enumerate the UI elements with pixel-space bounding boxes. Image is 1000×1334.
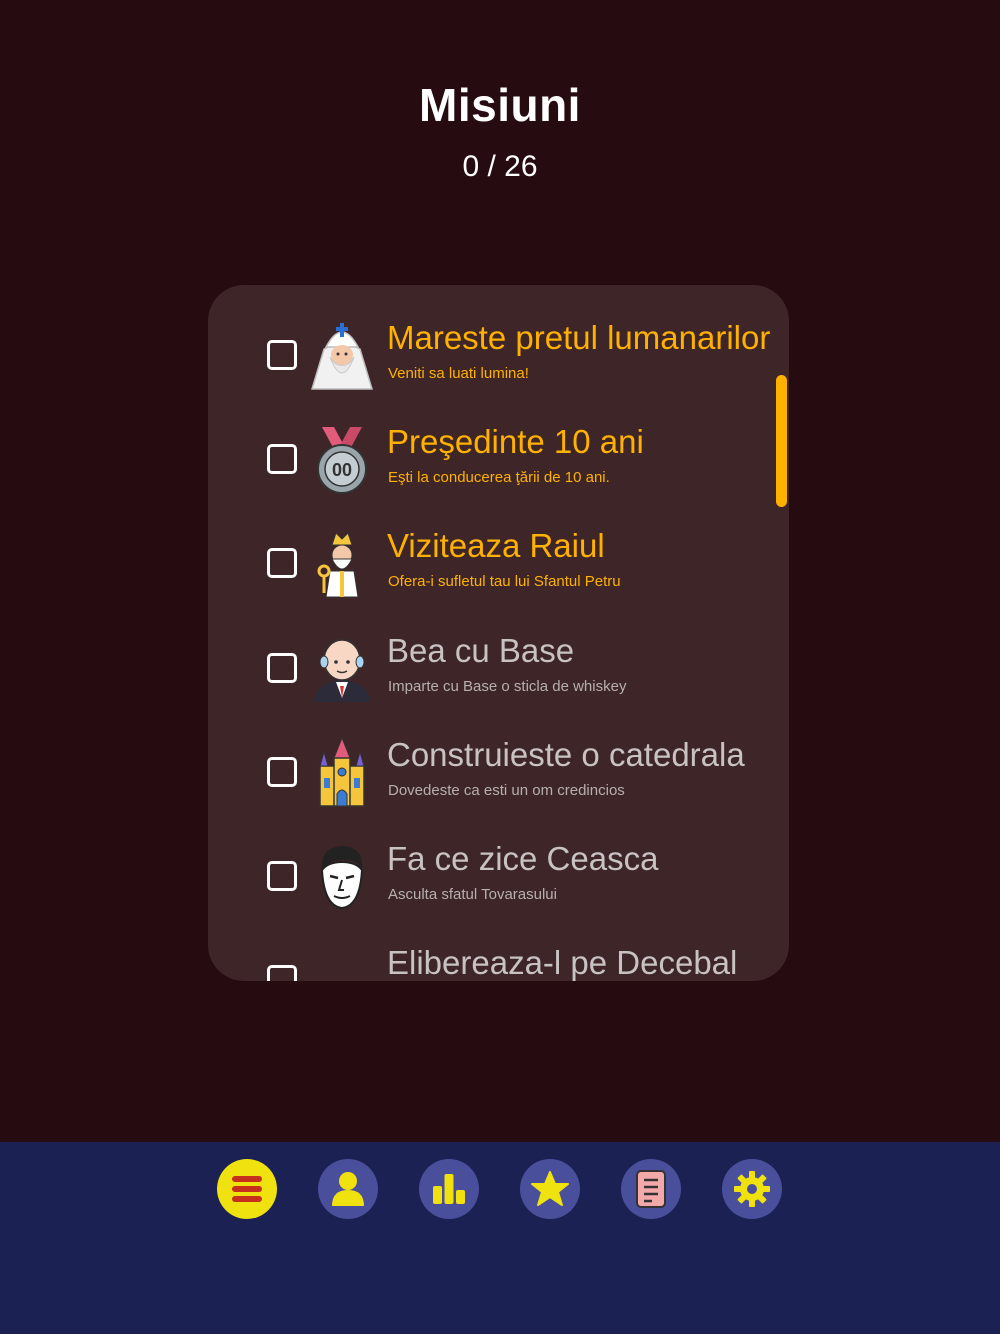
- favorites-button[interactable]: [520, 1159, 580, 1219]
- mission-subtitle: Eşti la conducerea ţării de 10 ani.: [388, 469, 610, 486]
- mission-item[interactable]: 00 Preşedinte 10 ani Eşti la conducerea …: [208, 389, 789, 495]
- mission-checkbox[interactable]: [267, 340, 297, 370]
- statue-icon: [306, 944, 378, 981]
- mission-checkbox[interactable]: [267, 653, 297, 683]
- missions-button[interactable]: [621, 1159, 681, 1219]
- bar-chart-icon: [433, 1174, 465, 1204]
- mission-title: Viziteaza Raiul: [387, 527, 605, 564]
- mission-checkbox[interactable]: [267, 548, 297, 578]
- mission-title: Preşedinte 10 ani: [387, 423, 644, 460]
- profile-button[interactable]: [318, 1159, 378, 1219]
- mission-checkbox[interactable]: [267, 757, 297, 787]
- stats-button[interactable]: [419, 1159, 479, 1219]
- mission-title: Fa ce zice Ceasca: [387, 840, 659, 877]
- svg-text:00: 00: [332, 460, 352, 480]
- patriarch-icon: [306, 319, 378, 391]
- mission-checkbox[interactable]: [267, 861, 297, 891]
- mission-title: Construieste o catedrala: [387, 736, 745, 773]
- cathedral-icon: [306, 736, 378, 808]
- saint-peter-icon: [306, 527, 378, 599]
- bottom-navigation: [0, 1142, 1000, 1334]
- mission-progress: 0 / 26: [462, 150, 538, 183]
- mission-item[interactable]: Bea cu Base Imparte cu Base o sticla de …: [208, 598, 789, 702]
- menu-button[interactable]: [217, 1159, 277, 1219]
- mission-subtitle: Veniti sa luati lumina!: [388, 365, 529, 382]
- menu-icon: [232, 1176, 262, 1202]
- missions-panel[interactable]: Mareste pretul lumanarilor Veniti sa lua…: [208, 285, 789, 981]
- mission-title: Bea cu Base: [387, 632, 575, 669]
- leader-face-icon: [306, 840, 378, 912]
- mission-item[interactable]: Mareste pretul lumanarilor Veniti sa lua…: [208, 285, 789, 391]
- page-title: Misiuni: [419, 79, 581, 131]
- mission-item[interactable]: Construieste o catedrala Dovedeste ca es…: [208, 702, 789, 808]
- mission-item[interactable]: Viziteaza Raiul Ofera-i sufletul tau lui…: [208, 493, 789, 599]
- mission-subtitle: Asculta sfatul Tovarasului: [388, 886, 557, 903]
- bald-man-icon: [306, 632, 378, 704]
- scrollbar[interactable]: [776, 375, 787, 507]
- mission-subtitle: Dovedeste ca esti un om credincios: [388, 782, 625, 799]
- mission-subtitle: Imparte cu Base o sticla de whiskey: [388, 678, 627, 695]
- medal-icon: 00: [306, 423, 378, 495]
- mission-item[interactable]: Elibereaza-l pe Decebal: [208, 910, 789, 981]
- checklist-icon: [636, 1170, 666, 1208]
- mission-item[interactable]: Fa ce zice Ceasca Asculta sfatul Tovaras…: [208, 806, 789, 910]
- gear-icon: [734, 1171, 770, 1207]
- mission-title: Elibereaza-l pe Decebal: [387, 944, 738, 981]
- mission-title: Mareste pretul lumanarilor: [387, 319, 771, 356]
- settings-button[interactable]: [722, 1159, 782, 1219]
- mission-checkbox[interactable]: [267, 965, 297, 981]
- mission-checkbox[interactable]: [267, 444, 297, 474]
- mission-subtitle: Ofera-i sufletul tau lui Sfantul Petru: [388, 573, 621, 590]
- person-icon: [332, 1172, 364, 1206]
- star-icon: [531, 1171, 569, 1206]
